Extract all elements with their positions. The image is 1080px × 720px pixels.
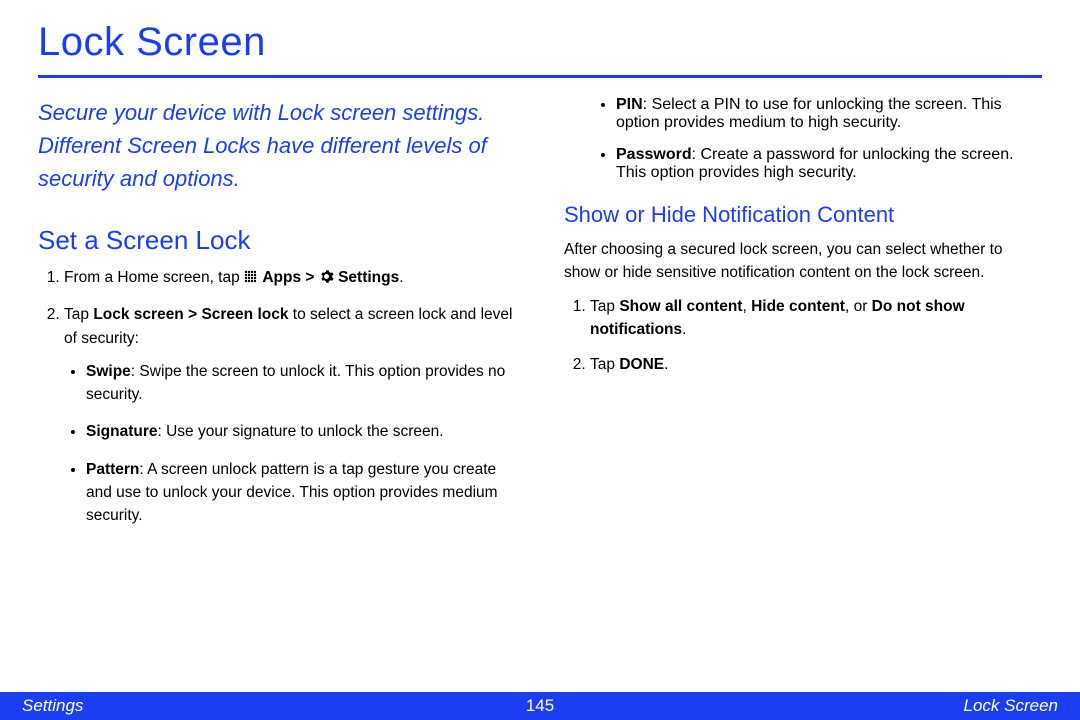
bullet-swipe: Swipe: Swipe the screen to unlock it. Th… (86, 360, 516, 407)
intro-text: Secure your device with Lock screen sett… (38, 96, 516, 195)
pattern-label: Pattern (86, 461, 139, 478)
notif-step1-c2: , or (845, 298, 872, 315)
apps-grid-icon (244, 268, 258, 291)
step-1-settings-label: Settings (338, 269, 399, 286)
notif-step1-pre: Tap (590, 298, 619, 315)
pattern-text: : A screen unlock pattern is a tap gestu… (86, 461, 498, 525)
swipe-text: : Swipe the screen to unlock it. This op… (86, 363, 505, 403)
notif-step1-b2: Hide content (751, 298, 845, 315)
footer-right: Lock Screen (964, 696, 1059, 716)
signature-text: : Use your signature to unlock the scree… (157, 423, 443, 440)
lock-type-bullets-continued: PIN: Select a PIN to use for unlocking t… (594, 96, 1042, 182)
step-1-period: . (399, 269, 403, 286)
title-divider (38, 75, 1042, 78)
notification-steps: Tap Show all content, Hide content, or D… (564, 295, 1042, 377)
notif-step-2: Tap DONE. (590, 353, 1042, 376)
footer-page-number: 145 (526, 696, 554, 716)
notif-step1-b1: Show all content (619, 298, 742, 315)
heading-set-screen-lock: Set a Screen Lock (38, 225, 516, 256)
signature-label: Signature (86, 423, 157, 440)
pin-text: : Select a PIN to use for unlocking the … (616, 96, 1002, 131)
step-2-bold: Lock screen > Screen lock (93, 306, 288, 323)
pin-label: PIN (616, 96, 643, 113)
step-2: Tap Lock screen > Screen lock to select … (64, 303, 516, 527)
notif-step2-pre: Tap (590, 356, 619, 373)
bullet-signature: Signature: Use your signature to unlock … (86, 420, 516, 443)
footer-left: Settings (22, 696, 83, 716)
notif-step1-period: . (682, 321, 686, 338)
notif-step-1: Tap Show all content, Hide content, or D… (590, 295, 1042, 342)
right-column: PIN: Select a PIN to use for unlocking t… (564, 96, 1042, 541)
bullet-pattern: Pattern: A screen unlock pattern is a ta… (86, 458, 516, 528)
password-label: Password (616, 146, 692, 163)
left-column: Secure your device with Lock screen sett… (38, 96, 516, 541)
step-1-pre: From a Home screen, tap (64, 269, 244, 286)
notif-step1-c1: , (742, 298, 751, 315)
step-1-apps-label: Apps > (262, 269, 318, 286)
content-columns: Secure your device with Lock screen sett… (38, 96, 1042, 541)
notif-step2-period: . (664, 356, 668, 373)
settings-gear-icon (319, 268, 334, 291)
swipe-label: Swipe (86, 363, 131, 380)
heading-notification-content: Show or Hide Notification Content (564, 202, 1042, 228)
set-lock-steps: From a Home screen, tap Apps > (38, 266, 516, 527)
page-title: Lock Screen (38, 20, 1042, 71)
step-2-pre: Tap (64, 306, 93, 323)
manual-page: Lock Screen Secure your device with Lock… (0, 0, 1080, 720)
notification-para: After choosing a secured lock screen, yo… (564, 238, 1042, 285)
bullet-password: Password: Create a password for unlockin… (616, 146, 1042, 182)
notif-step2-bold: DONE (619, 356, 664, 373)
step-1: From a Home screen, tap Apps > (64, 266, 516, 291)
lock-type-bullets: Swipe: Swipe the screen to unlock it. Th… (64, 360, 516, 528)
page-footer: Settings 145 Lock Screen (0, 692, 1080, 720)
bullet-pin: PIN: Select a PIN to use for unlocking t… (616, 96, 1042, 132)
